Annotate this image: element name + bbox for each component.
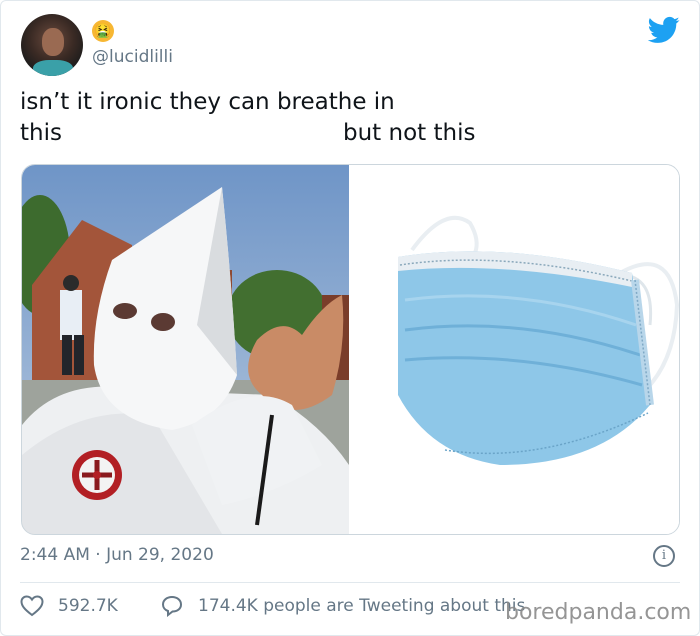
like-button[interactable]: 592.7K xyxy=(20,595,118,617)
reply-button[interactable]: 174.4K people are Tweeting about this xyxy=(160,595,525,617)
like-count: 592.7K xyxy=(58,596,118,616)
reply-count-text: 174.4K people are Tweeting about this xyxy=(198,596,526,616)
speech-bubble-icon xyxy=(161,595,183,617)
hooded-figure-photo[interactable] xyxy=(22,165,349,534)
surgical-mask-illustration xyxy=(398,216,679,465)
tweet-timestamp[interactable]: 2:44 AM · Jun 29, 2020 xyxy=(20,545,214,565)
avatar[interactable] xyxy=(21,14,83,76)
tweet-text-this: this xyxy=(20,120,62,146)
tweet-media[interactable] xyxy=(21,164,680,535)
heart-icon xyxy=(20,595,44,617)
tweet-text-line1: isn’t it ironic they can breathe in xyxy=(20,89,395,115)
divider xyxy=(20,582,680,583)
info-icon[interactable]: i xyxy=(653,545,675,567)
nauseated-face-emoji: 🤮 xyxy=(92,20,114,42)
surgical-mask-photo[interactable] xyxy=(350,165,679,534)
avatar-face xyxy=(42,28,64,56)
twitter-bird-icon[interactable] xyxy=(648,14,680,46)
hooded-figure-illustration xyxy=(22,165,349,534)
watermark: boredpanda.com xyxy=(505,600,692,625)
tweet-text-but-not-this: but not this xyxy=(343,120,476,146)
avatar-shirt xyxy=(33,60,73,76)
user-handle[interactable]: @lucidlilli xyxy=(92,47,173,67)
